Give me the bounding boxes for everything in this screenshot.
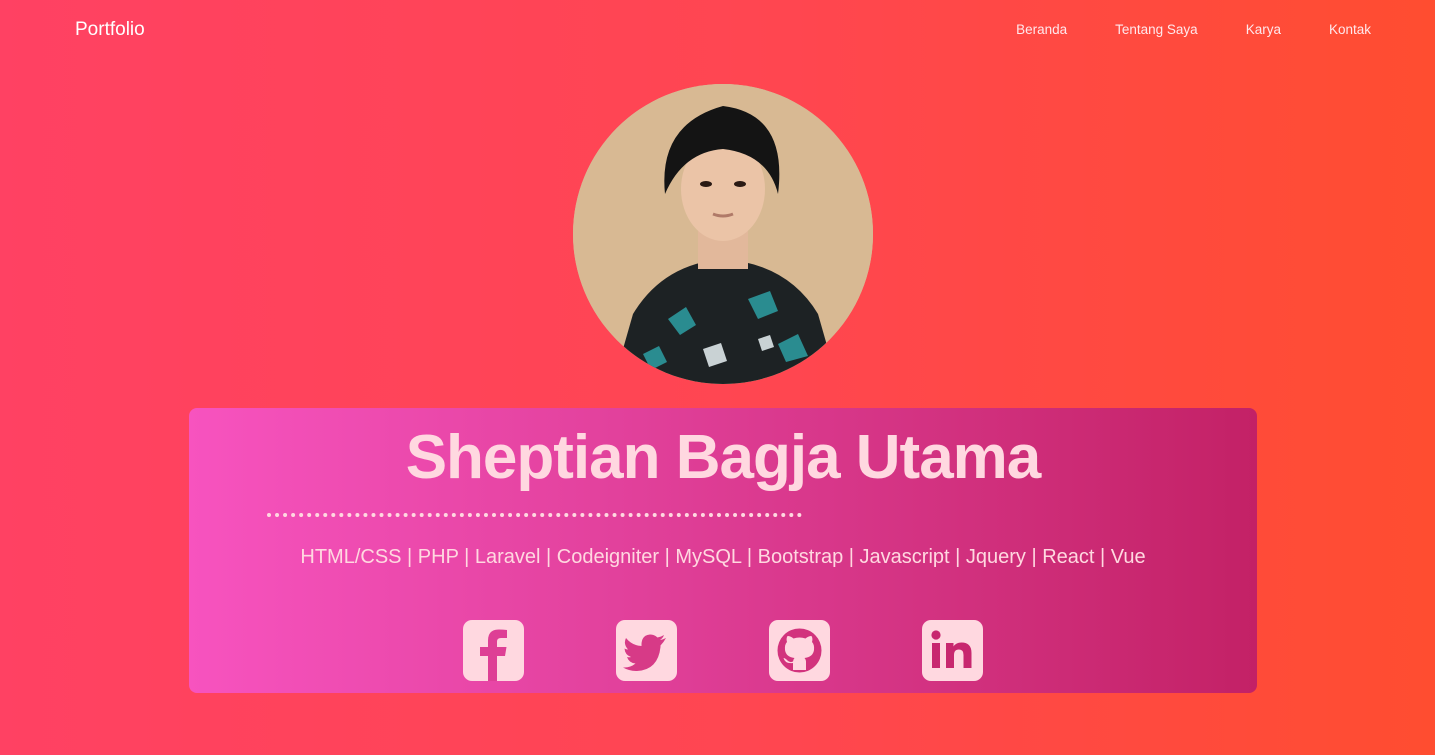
nav-link-tentang-saya[interactable]: Tentang Saya [1115, 22, 1198, 37]
social-links [463, 620, 983, 681]
facebook-icon[interactable] [463, 620, 524, 681]
twitter-icon[interactable] [616, 620, 677, 681]
profile-name: Sheptian Bagja Utama [405, 423, 1042, 492]
brand-logo[interactable]: Portfolio [75, 19, 145, 41]
nav-link-beranda[interactable]: Beranda [1016, 22, 1067, 37]
nav-link-kontak[interactable]: Kontak [1329, 22, 1371, 37]
github-icon[interactable] [769, 620, 830, 681]
profile-card: Sheptian Bagja Utama HTML/CSS | PHP | La… [189, 408, 1257, 693]
linkedin-icon[interactable] [922, 620, 983, 681]
profile-photo [573, 84, 873, 384]
nav-link-karya[interactable]: Karya [1246, 22, 1281, 37]
navbar: Portfolio Beranda Tentang Saya Karya Kon… [0, 0, 1435, 60]
skills-list: HTML/CSS | PHP | Laravel | Codeigniter |… [300, 546, 1146, 568]
name-divider [267, 513, 802, 517]
nav-links: Beranda Tentang Saya Karya Kontak [1016, 22, 1371, 37]
